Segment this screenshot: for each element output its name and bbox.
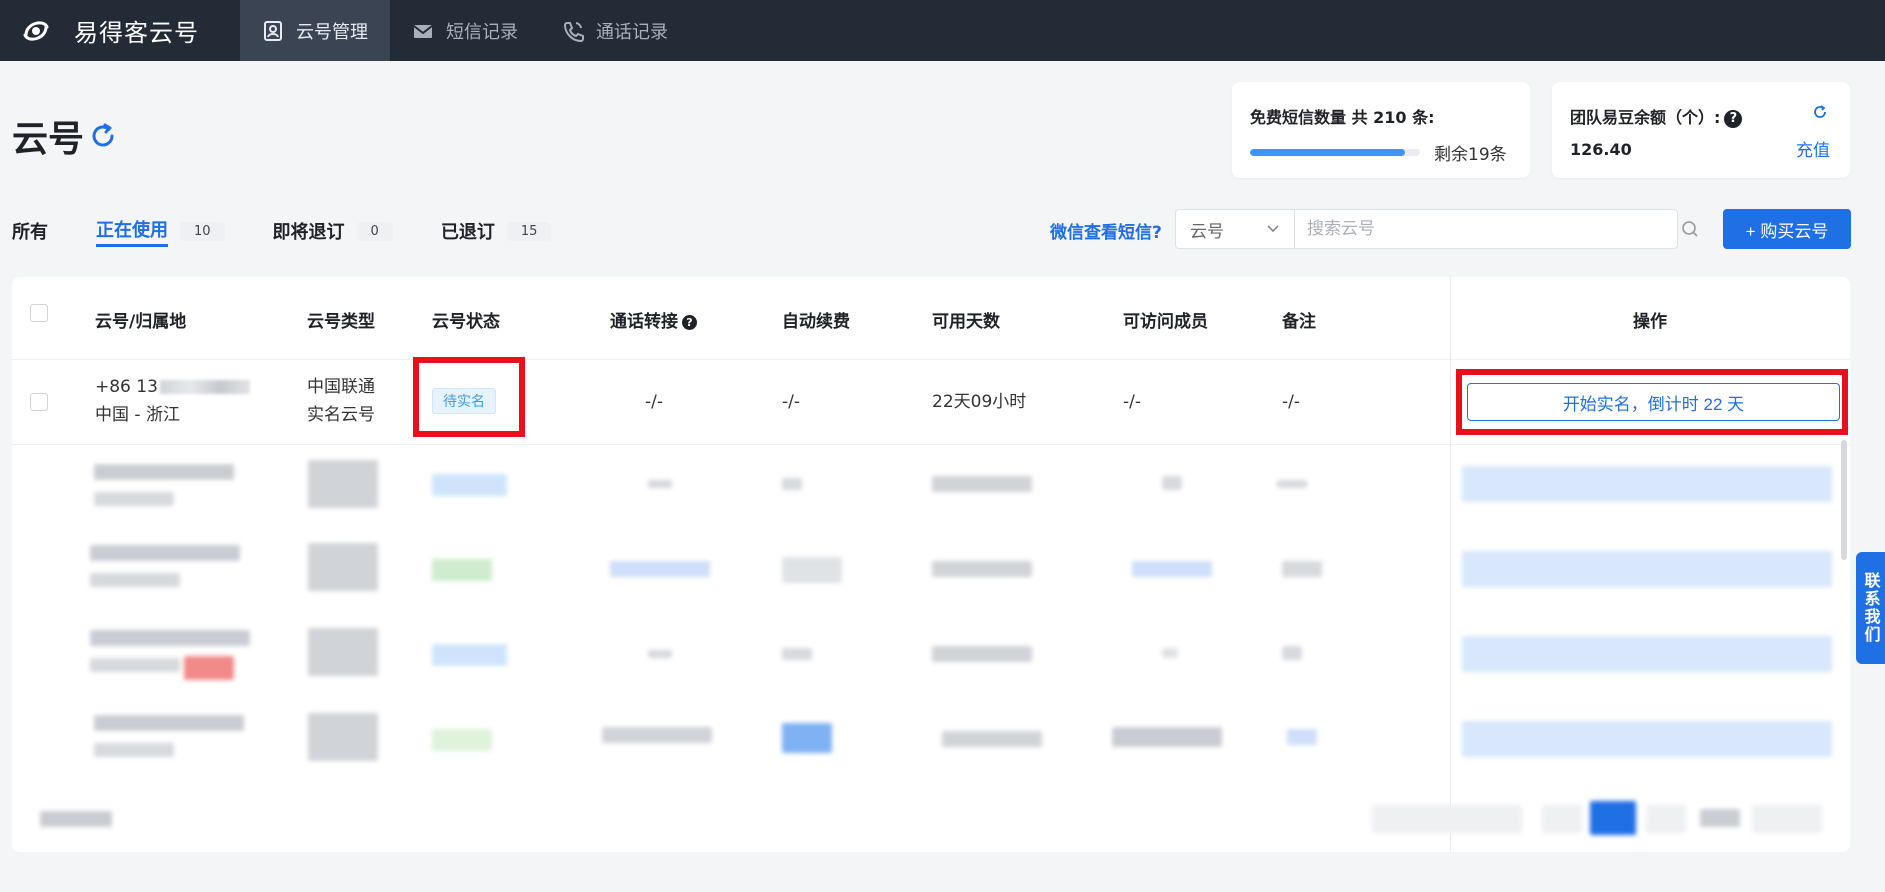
- nav-sms-records[interactable]: 短信记录: [390, 0, 540, 61]
- nav-label: 通话记录: [596, 21, 668, 43]
- table-row: [12, 701, 1850, 786]
- highlight-box: [413, 357, 525, 437]
- row-checkbox[interactable]: [30, 393, 48, 411]
- table-row: [12, 446, 1850, 531]
- contact-us-label: 联系我们: [1861, 572, 1881, 644]
- col-call-forward: 通话转接?: [610, 307, 697, 332]
- contact-us-button[interactable]: 联系我们: [1856, 552, 1885, 664]
- tab-label: 所有: [12, 222, 48, 243]
- chevron-down-icon: [1267, 225, 1279, 233]
- col-members: 可访问成员: [1123, 312, 1208, 332]
- masked-number: [160, 380, 250, 394]
- refresh-icon[interactable]: [1812, 104, 1828, 120]
- help-icon[interactable]: ?: [1724, 109, 1743, 128]
- tab-count-badge: 15: [506, 221, 552, 241]
- sms-quota-card: 免费短信数量 共 210 条: 剩余19条: [1232, 82, 1530, 178]
- region: 中国 - 浙江: [95, 405, 180, 425]
- highlight-box: [1456, 369, 1848, 435]
- members-value: -/-: [1123, 392, 1141, 412]
- logo-icon: [23, 20, 49, 41]
- available-days: 22天09小时: [932, 392, 1027, 412]
- tab-label: 即将退订: [272, 222, 345, 243]
- numbers-table: 云号/归属地 云号类型 云号状态 通话转接? 自动续费 可用天数 可访问成员 备…: [12, 277, 1850, 852]
- tab-unsubscribing[interactable]: 即将退订 0: [273, 216, 393, 246]
- nav-label: 短信记录: [446, 21, 518, 43]
- sms-remaining: 剩余19条: [1434, 145, 1507, 165]
- help-icon[interactable]: ?: [682, 314, 697, 330]
- cloud-number: +86 13: [95, 377, 158, 397]
- col-days: 可用天数: [932, 312, 1000, 332]
- balance-card: 团队易豆余额（个）:? 126.40 充值: [1552, 82, 1850, 178]
- status-tabs: 所有 正在使用 10 即将退订 0 已退订 15: [12, 216, 599, 247]
- envelope-icon: [412, 20, 434, 42]
- sms-progress-fill: [1250, 149, 1405, 156]
- search-icon[interactable]: [1680, 219, 1700, 239]
- refresh-icon[interactable]: [88, 121, 118, 151]
- table-scrollbar[interactable]: [1841, 440, 1847, 560]
- balance-title: 团队易豆余额（个）:?: [1570, 104, 1832, 128]
- page-title-text: 云号: [12, 119, 85, 160]
- brand[interactable]: 易得客云号: [0, 0, 240, 61]
- top-navbar: 易得客云号 云号管理 短信记录 通话记录: [0, 0, 1885, 61]
- col-status: 云号状态: [432, 312, 500, 332]
- select-all-checkbox[interactable]: [30, 304, 48, 322]
- col-number-region: 云号/归属地: [95, 312, 187, 332]
- search-type-select[interactable]: 云号: [1175, 209, 1295, 249]
- number-type-line1: 中国联通: [307, 377, 375, 397]
- buy-number-button[interactable]: + 购买云号: [1723, 209, 1851, 249]
- balance-value: 126.40: [1570, 140, 1632, 159]
- wechat-sms-link[interactable]: 微信查看短信?: [1050, 218, 1162, 243]
- app-name: 易得客云号: [74, 19, 199, 47]
- tab-count-badge: 0: [356, 221, 393, 241]
- table-row: [12, 531, 1850, 616]
- contact-card-icon: [262, 20, 284, 42]
- tab-all[interactable]: 所有: [12, 216, 48, 246]
- tab-label: 正在使用: [96, 216, 168, 247]
- col-note: 备注: [1282, 312, 1316, 332]
- col-type: 云号类型: [307, 312, 375, 332]
- tab-unsubscribed[interactable]: 已退订 15: [441, 216, 552, 246]
- nav-call-records[interactable]: 通话记录: [540, 0, 690, 61]
- col-actions: 操作: [1633, 312, 1667, 332]
- select-value: 云号: [1190, 221, 1224, 242]
- page-title: 云号: [12, 110, 118, 162]
- tab-count-badge: 10: [180, 221, 225, 241]
- table-header: 云号/归属地 云号类型 云号状态 通话转接? 自动续费 可用天数 可访问成员 备…: [12, 277, 1850, 360]
- auto-renew-value: -/-: [782, 392, 800, 412]
- number-type-line2: 实名云号: [307, 405, 375, 425]
- col-call-forward-label: 通话转接: [610, 312, 678, 332]
- tab-label: 已退订: [440, 222, 495, 243]
- sms-quota-title: 免费短信数量 共 210 条:: [1250, 108, 1435, 127]
- col-auto-renew: 自动续费: [782, 312, 850, 332]
- search-input[interactable]: [1294, 209, 1678, 249]
- call-forward-value: -/-: [645, 392, 663, 412]
- balance-title-text: 团队易豆余额（个）:: [1570, 108, 1721, 127]
- nav-cloud-number[interactable]: 云号管理: [240, 0, 390, 61]
- note-value: -/-: [1282, 392, 1300, 412]
- nav-label: 云号管理: [296, 21, 368, 43]
- sms-progress-bar: [1250, 149, 1420, 156]
- pagination: [12, 787, 1850, 852]
- table-row: [12, 616, 1850, 701]
- tab-in-use[interactable]: 正在使用 10: [96, 216, 225, 247]
- recharge-link[interactable]: 充值: [1796, 136, 1830, 161]
- phone-icon: [562, 20, 584, 42]
